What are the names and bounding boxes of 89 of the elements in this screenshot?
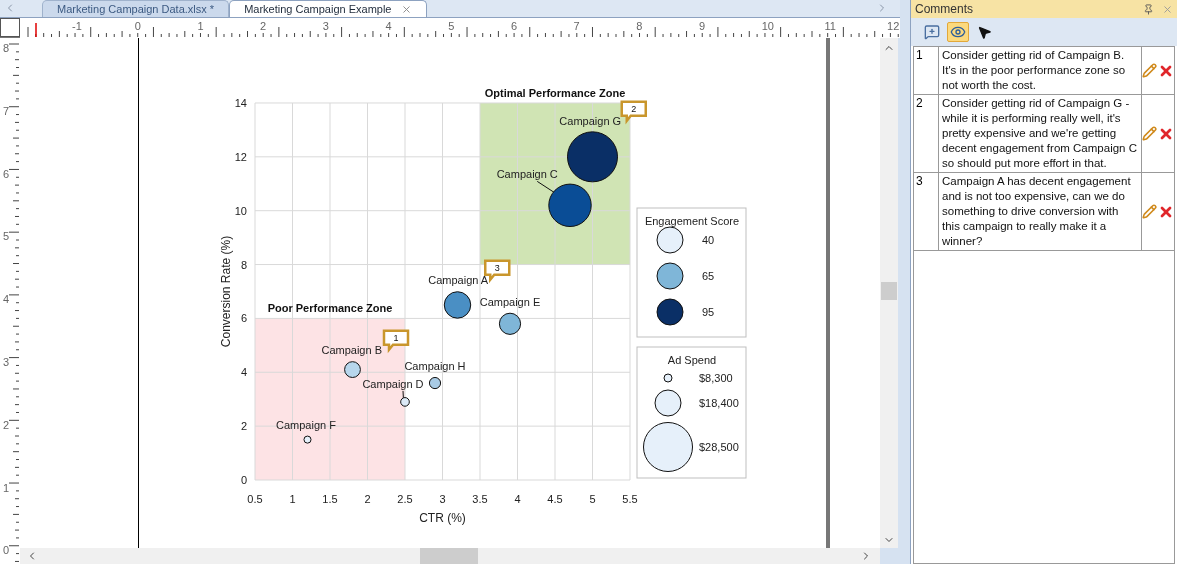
close-icon[interactable]	[401, 3, 413, 15]
tick-label: 3.5	[472, 493, 488, 505]
vertical-scrollbar[interactable]	[880, 38, 898, 548]
legend-title: Ad Spend	[667, 354, 717, 366]
ruler-label: 5	[448, 20, 455, 32]
comment-number: 3	[914, 173, 939, 250]
tick-label: 12	[234, 150, 247, 163]
ruler-label: 10	[761, 20, 774, 32]
ruler-label: 12	[887, 20, 900, 32]
comment-text: Consider getting rid of Campaign G - while it is performing really well, it's pretty expensive and we're getting decent engagement from Campaign C so should put more effort in that.	[939, 95, 1142, 172]
eye-icon	[950, 24, 966, 40]
tick-label: 10	[234, 204, 247, 217]
comment-number: 2	[914, 95, 939, 172]
bubble-label: Campaign D	[362, 377, 424, 390]
close-icon[interactable]	[1162, 3, 1173, 15]
legend-label: $18,400	[699, 397, 739, 409]
ruler-label: 4	[385, 20, 392, 32]
ruler-label: 0	[3, 544, 10, 557]
legend-size-circle	[663, 373, 673, 383]
legend-label: 65	[702, 270, 715, 282]
ruler-label: 9	[699, 20, 706, 32]
tick-label: 0	[240, 474, 247, 486]
ruler-label: 1	[3, 481, 10, 494]
bubble-label: Campaign F	[276, 419, 336, 432]
tick-label: 4	[240, 366, 247, 379]
legend-size-circle	[643, 422, 693, 472]
legend-title: Engagement Score	[644, 215, 740, 227]
comment-number: 1	[914, 47, 939, 94]
comment-text: Consider getting rid of Campaign B. It's in the poor performance zone so not worth the cost.	[939, 47, 1142, 94]
axis-title: CTR (%)	[419, 511, 466, 525]
ruler-label: -1	[72, 20, 82, 32]
pointer-icon	[976, 24, 992, 40]
tick-label: 4	[514, 493, 521, 505]
comment-text: Campaign A has decent engagement and is not too expensive, can we do something to drive conversion with this campaign to really make it a winner?	[939, 173, 1142, 250]
ruler-label: 11	[824, 20, 836, 32]
comment-marker[interactable]: 2	[620, 100, 647, 125]
edit-icon[interactable]	[1142, 204, 1157, 219]
bubble-label: Campaign H	[404, 360, 466, 373]
bubble-label: Campaign G	[559, 115, 622, 128]
ruler-label: 5	[3, 230, 10, 243]
ruler-label: 3	[322, 20, 329, 32]
ruler-label: 2	[260, 20, 267, 32]
tick-label: 6	[240, 312, 247, 325]
tick-label: 2	[364, 493, 371, 505]
scrollbar-thumb[interactable]	[420, 548, 478, 564]
ruler-label: 8	[636, 20, 643, 32]
edit-icon[interactable]	[1142, 126, 1157, 141]
tab[interactable]: Marketing Campaign Data.xlsx *	[42, 0, 230, 17]
ruler-label: 6	[3, 167, 10, 180]
bubble-label: Campaign B	[321, 343, 382, 356]
bubble-label: Campaign E	[479, 296, 541, 309]
tick-label: 2	[240, 420, 247, 433]
tick-label: 4.5	[547, 493, 563, 505]
ruler-label: 7	[573, 20, 580, 32]
legend-label: $8,300	[699, 372, 733, 384]
ruler-label: 2	[3, 418, 10, 431]
tick-label: 14	[234, 97, 247, 109]
zone-label: Optimal Performance Zone	[484, 87, 626, 99]
tick-label: 3	[439, 493, 446, 505]
tick-label: 2.5	[397, 493, 413, 505]
tick-label: 0.5	[247, 493, 263, 505]
axis-title: Conversion Rate (%)	[219, 235, 233, 348]
tab[interactable]: Marketing Campaign Example	[229, 0, 428, 17]
pin-icon[interactable]	[1143, 3, 1154, 15]
comment-marker[interactable]: 1	[382, 329, 410, 354]
legend-label: 40	[702, 234, 715, 246]
ruler-label: 7	[3, 104, 10, 117]
tick-label: 5	[589, 493, 596, 505]
ruler-label: 3	[3, 356, 10, 368]
bubble-label: Campaign C	[496, 168, 558, 181]
ruler-label: 4	[3, 293, 10, 306]
zone-label: Poor Performance Zone	[267, 302, 393, 315]
ruler-label: 6	[510, 20, 518, 32]
add-comment-icon	[924, 24, 940, 40]
tick-label: 1.5	[322, 493, 338, 505]
panel-title: Comments	[915, 1, 973, 18]
ruler-label: 8	[3, 42, 10, 54]
legend-label: 95	[702, 306, 715, 318]
ruler-marker	[35, 22, 37, 38]
horizontal-scrollbar[interactable]	[20, 548, 880, 564]
legend-size-circle	[654, 389, 682, 417]
legend-label: $28,500	[699, 441, 739, 453]
scrollbar-thumb[interactable]	[881, 282, 897, 300]
tick-label: 1	[289, 493, 296, 505]
ruler-label: 0	[134, 20, 141, 32]
tick-label: 8	[240, 258, 247, 271]
edit-icon[interactable]	[1142, 63, 1157, 78]
tick-label: 5.5	[622, 493, 638, 505]
ruler-label: 1	[197, 20, 204, 32]
